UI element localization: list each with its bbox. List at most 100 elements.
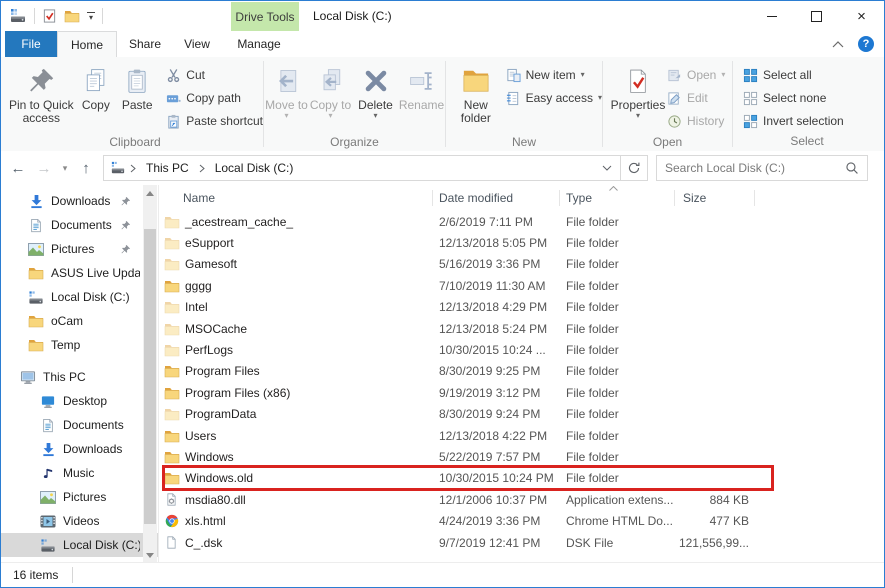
forward-icon[interactable]: → bbox=[31, 160, 57, 177]
scroll-up-icon[interactable] bbox=[143, 185, 157, 201]
music-icon bbox=[39, 466, 57, 481]
tab-view[interactable]: View bbox=[173, 31, 221, 57]
search-box[interactable] bbox=[656, 155, 868, 181]
tab-share[interactable]: Share bbox=[117, 31, 173, 57]
folder-pale-icon bbox=[163, 257, 180, 271]
properties-shortcut-icon[interactable] bbox=[42, 8, 57, 24]
tab-home[interactable]: Home bbox=[57, 31, 117, 57]
file-row-program-files[interactable]: Program Files8/30/2019 9:25 PMFile folde… bbox=[159, 361, 884, 382]
sidebar-item-documents[interactable]: Documents bbox=[1, 213, 158, 237]
date-modified-cell: 12/13/2018 4:29 PM bbox=[433, 300, 560, 314]
maximize-button[interactable] bbox=[794, 1, 839, 31]
file-row-gggg[interactable]: gggg7/10/2019 11:30 AMFile folder bbox=[159, 275, 884, 296]
sidebar-item-this-pc[interactable]: This PC bbox=[1, 365, 158, 389]
sidebar-item-ocam[interactable]: oCam bbox=[1, 309, 158, 333]
delete-button[interactable]: Delete ▾ bbox=[353, 60, 399, 135]
file-row-xls-html[interactable]: xls.html4/24/2019 3:36 PMChrome HTML Do.… bbox=[159, 510, 884, 531]
refresh-button[interactable] bbox=[621, 155, 648, 181]
breadcrumb-local-disk[interactable]: Local Disk (C:) bbox=[209, 161, 300, 175]
history-button[interactable]: History bbox=[667, 112, 725, 130]
sidebar-item-videos[interactable]: Videos bbox=[1, 509, 158, 533]
sidebar-item-music[interactable]: Music bbox=[1, 461, 158, 485]
new-folder-shortcut-icon[interactable] bbox=[64, 9, 80, 23]
sidebar-item-temp[interactable]: Temp bbox=[1, 333, 158, 357]
move-to-button[interactable]: Move to ▾ bbox=[265, 60, 309, 135]
column-header-name[interactable]: Name bbox=[159, 190, 433, 206]
sidebar-item-pictures[interactable]: Pictures bbox=[1, 485, 158, 509]
sidebar-item-documents[interactable]: Documents bbox=[1, 413, 158, 437]
sidebar-item-local-disk-c[interactable]: Local Disk (C:) bbox=[1, 285, 158, 309]
customize-qat-dropdown-icon[interactable]: ▾ bbox=[87, 12, 95, 20]
sidebar-item-pictures[interactable]: Pictures bbox=[1, 237, 158, 261]
file-row-c-dsk[interactable]: C_.dsk9/7/2019 12:41 PMDSK File121,556,9… bbox=[159, 532, 884, 553]
pin-to-quick-access-button[interactable]: Pin to Quick access bbox=[7, 60, 76, 135]
invert-selection-button[interactable]: Invert selection bbox=[743, 112, 844, 130]
file-row-intel[interactable]: Intel12/13/2018 4:29 PMFile folder bbox=[159, 297, 884, 318]
paste-shortcut-button[interactable]: Paste shortcut bbox=[166, 112, 263, 130]
file-row-gamesoft[interactable]: Gamesoft5/16/2019 3:36 PMFile folder bbox=[159, 254, 884, 275]
column-header-size[interactable]: Size bbox=[675, 190, 755, 206]
recent-locations-dropdown-icon[interactable]: ▾ bbox=[57, 163, 73, 174]
easy-access-button[interactable]: Easy access ▾ bbox=[506, 89, 602, 107]
close-button[interactable]: × bbox=[839, 1, 884, 31]
sidebar-item-downloads[interactable]: Downloads bbox=[1, 189, 158, 213]
select-group: Select all Select none Invert selection bbox=[733, 57, 881, 151]
file-row-perflogs[interactable]: PerfLogs10/30/2015 10:24 ...File folder bbox=[159, 339, 884, 360]
file-row-msocache[interactable]: MSOCache12/13/2018 5:24 PMFile folder bbox=[159, 318, 884, 339]
search-icon[interactable] bbox=[845, 161, 867, 175]
select-none-button[interactable]: Select none bbox=[743, 89, 844, 107]
file-row-esupport[interactable]: eSupport12/13/2018 5:05 PMFile folder bbox=[159, 232, 884, 253]
sidebar-item-downloads[interactable]: Downloads bbox=[1, 437, 158, 461]
file-row-program-files-x86[interactable]: Program Files (x86)9/19/2019 3:12 PMFile… bbox=[159, 382, 884, 403]
new-item-button[interactable]: New item ▾ bbox=[506, 66, 602, 84]
address-bar[interactable]: This PC Local Disk (C:) bbox=[103, 155, 621, 181]
sidebar-item-label: Documents bbox=[51, 218, 112, 232]
scroll-down-icon[interactable] bbox=[143, 547, 157, 563]
paste-shortcut-icon bbox=[166, 114, 181, 129]
copy-path-icon bbox=[166, 91, 181, 106]
edit-button[interactable]: Edit bbox=[667, 89, 725, 107]
sidebar-item-local-disk-c[interactable]: Local Disk (C:) bbox=[1, 533, 158, 557]
select-all-button[interactable]: Select all bbox=[743, 66, 844, 84]
file-row-windows[interactable]: Windows5/22/2019 7:57 PMFile folder bbox=[159, 446, 884, 467]
pin-icon bbox=[116, 196, 134, 207]
copy-to-button[interactable]: Copy to ▾ bbox=[309, 60, 353, 135]
minimize-button[interactable] bbox=[749, 1, 794, 31]
tab-file[interactable]: File bbox=[5, 31, 57, 57]
column-header-date-modified[interactable]: Date modified bbox=[433, 190, 560, 206]
column-header-type[interactable]: Type bbox=[560, 190, 675, 206]
file-row-users[interactable]: Users12/13/2018 4:22 PMFile folder bbox=[159, 425, 884, 446]
paste-button[interactable]: Paste bbox=[116, 60, 158, 135]
rename-button[interactable]: Rename bbox=[399, 60, 445, 135]
file-row-msdia80-dll[interactable]: msdia80.dll12/1/2006 10:37 PMApplication… bbox=[159, 489, 884, 510]
file-row-acestream-cache[interactable]: _acestream_cache_2/6/2019 7:11 PMFile fo… bbox=[159, 211, 884, 232]
tab-manage[interactable]: Manage bbox=[221, 31, 297, 57]
breadcrumb-this-pc[interactable]: This PC bbox=[140, 161, 195, 175]
cut-button[interactable]: Cut bbox=[166, 66, 263, 84]
sidebar-scrollbar[interactable] bbox=[143, 185, 157, 563]
collapse-ribbon-icon[interactable] bbox=[832, 41, 844, 48]
sidebar-item-asus-live-updat[interactable]: ASUS Live Updat bbox=[1, 261, 158, 285]
select-all-label: Select all bbox=[763, 68, 812, 82]
delete-caret-icon: ▾ bbox=[373, 112, 377, 120]
copy-button[interactable]: Copy bbox=[76, 60, 116, 135]
folder-pale-icon bbox=[163, 343, 180, 357]
select-group-label: Select bbox=[733, 134, 881, 151]
properties-button[interactable]: Properties ▾ bbox=[609, 60, 667, 135]
open-button[interactable]: Open ▾ bbox=[667, 66, 725, 84]
back-icon[interactable]: ← bbox=[5, 160, 31, 177]
file-name-cell: msdia80.dll bbox=[159, 492, 433, 507]
file-row-programdata[interactable]: ProgramData8/30/2019 9:24 PMFile folder bbox=[159, 404, 884, 425]
file-row-windows-old[interactable]: Windows.old10/30/2015 10:24 PMFile folde… bbox=[159, 468, 884, 489]
up-icon[interactable]: ↑ bbox=[73, 160, 99, 177]
help-icon[interactable]: ? bbox=[858, 36, 874, 52]
address-dropdown-icon[interactable] bbox=[594, 165, 620, 171]
new-folder-button[interactable]: New folder bbox=[450, 60, 502, 135]
search-input[interactable] bbox=[657, 161, 845, 175]
copy-path-button[interactable]: Copy path bbox=[166, 89, 263, 107]
sidebar-item-desktop[interactable]: Desktop bbox=[1, 389, 158, 413]
easy-access-label: Easy access bbox=[526, 91, 593, 105]
picture-icon bbox=[27, 243, 45, 256]
scrollbar-thumb[interactable] bbox=[144, 229, 156, 524]
new-item-caret-icon: ▾ bbox=[581, 71, 585, 79]
